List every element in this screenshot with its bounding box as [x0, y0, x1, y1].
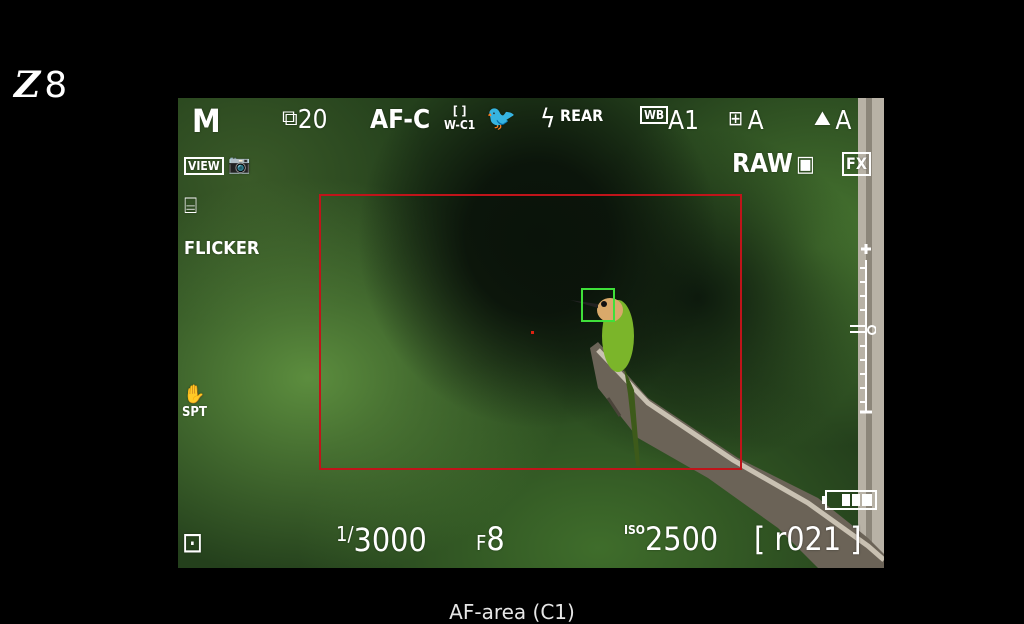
- touch-shutter-icon[interactable]: ⌸: [184, 194, 197, 219]
- exposure-indicator-scale: [850, 244, 876, 414]
- picture-control-value: A: [747, 106, 764, 136]
- battery-icon: [822, 490, 877, 510]
- image-area: FX: [842, 152, 871, 176]
- release-count: 20: [297, 105, 328, 135]
- view-mode: VIEW 📷: [184, 154, 251, 175]
- vr-hand-icon: ✋: [183, 384, 206, 405]
- nikon-z-logo: Z: [14, 64, 40, 106]
- iso-sensitivity: ISO2500: [624, 522, 718, 556]
- wb-icon: WB: [640, 106, 669, 124]
- picture-control: ⊞ A: [728, 106, 764, 135]
- flash-icon: ϟ: [540, 104, 556, 134]
- bracket-close: ]: [850, 520, 862, 558]
- image-quality: RAW: [732, 149, 793, 179]
- vibration-reduction: ✋ SPT: [182, 386, 207, 422]
- view-mode-label: VIEW: [184, 157, 224, 175]
- adl-icon: ⛰: [814, 106, 831, 130]
- frames-remaining: [ r021 ]: [754, 522, 862, 556]
- aperture: F8: [476, 522, 505, 556]
- iso-label: ISO: [624, 523, 645, 537]
- bird-subject-icon: 🐦: [486, 104, 516, 132]
- frames-remaining-value: r021: [774, 520, 842, 558]
- model-number: 8: [44, 65, 68, 106]
- af-area-mode-label: W-C1: [444, 118, 476, 132]
- shutter-speed-value: 3000: [353, 521, 427, 559]
- white-balance: WB A1: [640, 106, 699, 135]
- release-mode: ⧉20: [282, 106, 327, 134]
- aperture-prefix: F: [476, 531, 487, 555]
- bracket-open: [: [754, 520, 766, 558]
- focus-mode: AF-C: [370, 105, 431, 135]
- vr-mode-label: SPT: [182, 405, 207, 420]
- continuous-release-icon: ⧉: [282, 106, 298, 131]
- adl-value: A: [835, 106, 852, 136]
- camera-icon: 📷: [228, 154, 251, 175]
- image-size-icon: ▣: [796, 152, 815, 177]
- af-area-bracket-icon: [ ]: [452, 104, 467, 118]
- flash-mode: ϟ REAR: [540, 104, 603, 134]
- metering-icon: ⊡: [182, 526, 204, 559]
- white-balance-value: A1: [668, 106, 700, 136]
- viewfinder-display: M ⧉20 AF-C [ ] W-C1 🐦 ϟ REAR WB A1 ⊞ A ⛰ …: [178, 98, 884, 568]
- af-area-mode: [ ] W-C1: [444, 104, 475, 132]
- center-point-dot: [531, 331, 534, 334]
- af-point-subject-box: [581, 288, 615, 322]
- picture-control-icon: ⊞: [728, 106, 744, 130]
- image-area-label: FX: [842, 152, 871, 176]
- shutter-prefix: 1/: [336, 522, 354, 546]
- camera-model-logo: Z8: [14, 60, 67, 111]
- active-d-lighting: ⛰ A: [814, 106, 851, 135]
- exposure-mode: M: [192, 102, 221, 140]
- shutter-speed: 1/3000: [336, 522, 427, 557]
- flash-mode-label: REAR: [560, 106, 604, 125]
- feature-caption: AF-area (C1): [449, 600, 575, 624]
- iso-value: 2500: [644, 520, 719, 558]
- aperture-value: 8: [486, 520, 505, 558]
- flicker-reduction: FLICKER: [184, 238, 260, 259]
